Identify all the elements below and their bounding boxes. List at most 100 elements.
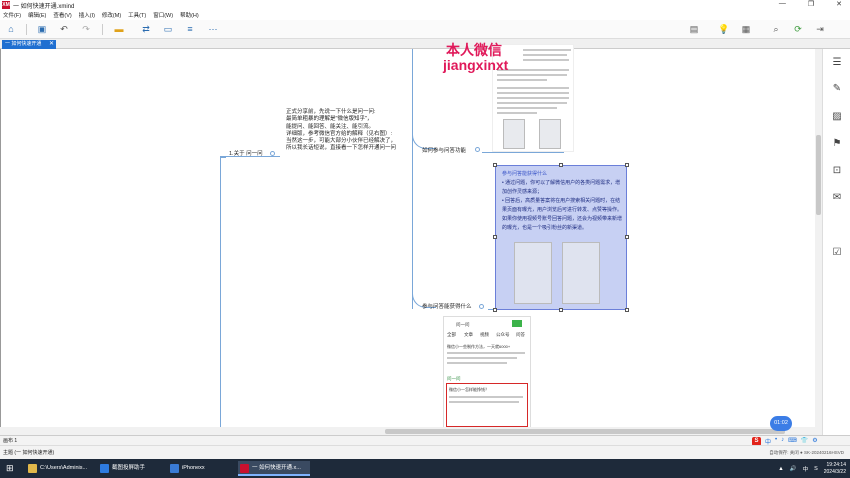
export-icon[interactable]: ⇥ (814, 23, 826, 36)
idea-icon[interactable]: 💡 (718, 23, 730, 36)
window-title: 一 如何快速开通.xmind (13, 3, 75, 10)
undo-icon[interactable]: ↶ (58, 23, 70, 36)
list-icon[interactable]: ☰ (831, 57, 843, 69)
search-button-image (512, 320, 522, 327)
taskbar-item-screencast[interactable]: 截图投屏助手 (98, 461, 164, 476)
close-button[interactable]: ✕ (836, 0, 842, 8)
app-logo-icon: XM (2, 1, 10, 9)
highlight-box: 微信小一怎样能挣钱？ (446, 383, 528, 427)
resize-handle[interactable] (493, 308, 497, 312)
app-icon (100, 464, 109, 473)
flag-icon[interactable]: ⚑ (831, 138, 843, 150)
phone-screenshot (514, 242, 552, 304)
vertical-scrollbar[interactable] (815, 49, 822, 427)
input-language[interactable]: 中 (803, 465, 809, 473)
watermark-text: jiangxinxt (443, 57, 509, 73)
image-bullet: • 通过问题，你可以了解微信用户的各类问题需求，增加创作灵感来源； (502, 180, 621, 195)
horizontal-scroll-thumb[interactable] (385, 429, 785, 434)
app-icon (170, 464, 179, 473)
menu-file[interactable]: 文件(F) (3, 11, 21, 19)
save-icon[interactable]: ▣ (36, 23, 48, 36)
taskbar-item-explorer[interactable]: C:\Users\Adminis... (26, 461, 94, 476)
topic-how-to-participate[interactable]: 如何参与问答功能 (422, 146, 466, 154)
minimize-button[interactable]: — (779, 0, 786, 8)
branch-line (412, 150, 436, 308)
boundary-icon[interactable]: ▭ (162, 23, 174, 36)
topic-about-wenyiwen[interactable]: 1.关于 问一问 (229, 149, 263, 157)
resize-handle[interactable] (493, 235, 497, 239)
menu-window[interactable]: 窗口(W) (153, 11, 173, 19)
image-bullet: • 回答后，高质量答案将在用户搜索相关问题时，在结果页面有曝光，用户浏览后可进行… (502, 198, 623, 231)
toolbar-divider (26, 24, 27, 35)
system-tray: ▲ 🔊 中 S 19:24:14 2024/3/22 (778, 459, 846, 478)
tag-icon[interactable]: ⊡ (831, 165, 843, 177)
present-icon[interactable]: ▤ (688, 23, 700, 36)
sogou-tray-icon[interactable]: S (814, 466, 818, 472)
toolbar: ⌂ ▣ ↶ ↷ ▬ ⇄ ▭ ≡ ⋯ ▤ 💡 ▦ ⌕ ⟳ ⇥ (0, 20, 850, 39)
collapse-toggle-icon[interactable] (479, 304, 484, 309)
folder-icon (28, 464, 37, 473)
menu-edit[interactable]: 编辑(E) (28, 11, 46, 19)
recording-timer[interactable]: 01:02 (770, 416, 792, 431)
volume-icon[interactable]: 🔊 (790, 466, 797, 472)
image-heading: 参与问答能获得什么 (502, 171, 548, 177)
phone-screenshot (562, 242, 600, 304)
sheet-tab-bar: 画布 1 (0, 435, 850, 445)
resize-handle[interactable] (559, 163, 563, 167)
summary-icon[interactable]: ≡ (184, 23, 196, 36)
taskbar-item-xmind[interactable]: 一 如何快速开通.x... (238, 461, 310, 476)
windows-taskbar: ⊞ C:\Users\Adminis... 截图投屏助手 iPhonexx 一 … (0, 459, 850, 478)
status-autosave: 自动保存: 关闭 ● SK-20240216HSVD (769, 450, 844, 455)
taskbar-item-iphone[interactable]: iPhonexx (168, 461, 230, 476)
relationship-icon[interactable]: ⇄ (140, 23, 152, 36)
menu-insert[interactable]: 插入(I) (79, 11, 95, 19)
tab-label: 一 如何快速开通 (5, 41, 42, 47)
tray-expand-icon[interactable]: ▲ (778, 466, 783, 472)
task-icon[interactable]: ☑ (831, 247, 843, 259)
search-icon[interactable]: ⌕ (770, 23, 782, 36)
menu-modify[interactable]: 修改(M) (102, 11, 121, 19)
collapse-toggle-icon[interactable] (270, 151, 275, 156)
search-results-screenshot[interactable]: 问一问 全部 文章 视频 公众号 问答 微信小一些制作方法，一天就6000+ 问… (443, 316, 531, 428)
mindmap-canvas[interactable] (0, 49, 822, 427)
topic-icon[interactable]: ▬ (112, 23, 126, 36)
image-icon[interactable]: ▨ (831, 111, 843, 123)
restore-button[interactable]: ❐ (808, 0, 814, 8)
menu-view[interactable]: 查看(V) (53, 11, 71, 19)
tab-close-icon[interactable]: ✕ (49, 40, 54, 49)
vertical-scroll-thumb[interactable] (816, 135, 821, 215)
resize-handle[interactable] (559, 308, 563, 312)
menu-tools[interactable]: 工具(T) (128, 11, 146, 19)
comment-icon[interactable]: ✉ (831, 192, 843, 204)
topic-note-text[interactable]: 正式分享前，先说一下什么是问一问: 最简单粗暴的理解是"微信版知乎"， 能提问、… (286, 109, 411, 153)
resize-handle[interactable] (493, 163, 497, 167)
redo-icon[interactable]: ↷ (80, 23, 92, 36)
resize-handle[interactable] (625, 235, 629, 239)
menu-help[interactable]: 帮助(H) (180, 11, 199, 19)
layout-icon[interactable]: ▦ (740, 23, 752, 36)
status-topic: 主题 (一 如何快速开通) (3, 450, 55, 456)
sheet-tab[interactable]: 画布 1 (3, 438, 17, 444)
branch-line (220, 156, 221, 428)
system-clock[interactable]: 19:24:14 2024/3/22 (824, 462, 846, 476)
collapse-toggle-icon[interactable] (475, 147, 480, 152)
tab-document[interactable]: 一 如何快速开通 ✕ (2, 40, 56, 49)
status-bar: 主题 (一 如何快速开通) 自动保存: 关闭 ● SK-20240216HSVD (0, 445, 850, 459)
brush-icon[interactable]: ✎ (831, 83, 843, 95)
tab-strip: 一 如何快速开通 ✕ (0, 39, 850, 49)
windows-start-icon[interactable]: ⊞ (6, 463, 14, 474)
toolbar-divider (102, 24, 103, 35)
branch-line (482, 152, 564, 153)
resize-handle[interactable] (625, 163, 629, 167)
selected-image[interactable]: 参与问答能获得什么 • 通过问题，你可以了解微信用户的各类问题需求，增加创作灵感… (495, 165, 627, 310)
right-side-panel: ☰ ✎ ▨ ⚑ ⊡ ✉ ☑ (822, 49, 850, 435)
resize-handle[interactable] (625, 308, 629, 312)
topic-benefits[interactable]: 参与问答能获得什么 (422, 302, 472, 310)
branch-line (412, 49, 436, 149)
menu-bar: 文件(F) 编辑(E) 查看(V) 插入(I) 修改(M) 工具(T) 窗口(W… (0, 10, 850, 20)
window-controls: — ❐ ✕ (779, 0, 842, 8)
share-icon[interactable]: ⟳ (792, 23, 804, 36)
xmind-icon (240, 464, 249, 473)
home-icon[interactable]: ⌂ (4, 23, 18, 36)
more-icon[interactable]: ⋯ (206, 23, 220, 36)
